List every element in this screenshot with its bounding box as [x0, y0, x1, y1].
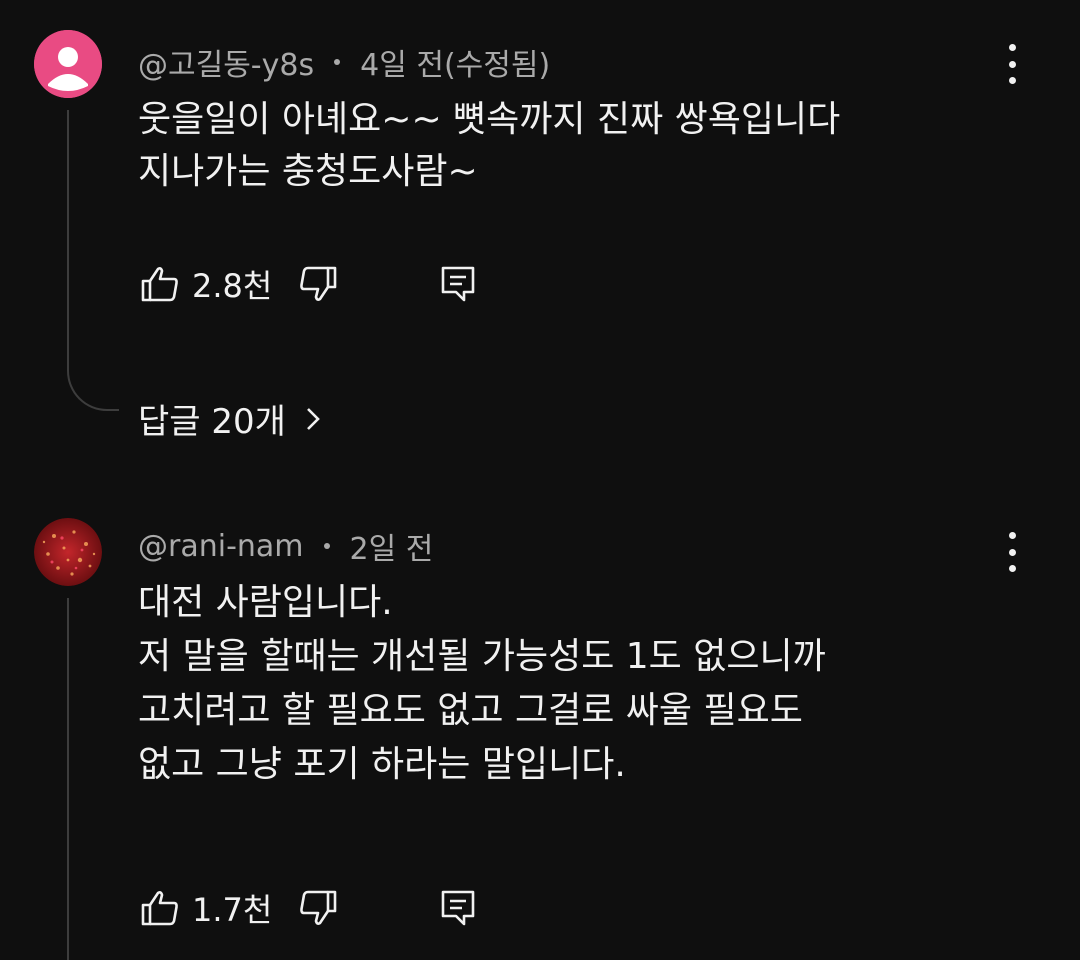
default-avatar-icon — [34, 30, 102, 98]
separator-dot — [334, 59, 341, 65]
view-replies-button[interactable]: 답글 20개 — [138, 394, 322, 443]
chevron-right-icon — [307, 407, 320, 430]
avatar[interactable] — [34, 518, 102, 586]
comment-actions: 1.7천 — [138, 886, 480, 930]
comment-line: 고치려고 할 필요도 없고 그걸로 싸울 필요도 — [138, 690, 803, 731]
reply-button[interactable] — [436, 262, 480, 306]
reply-button[interactable] — [436, 886, 480, 930]
thread-curve — [67, 365, 119, 411]
comment-line: 대전 사람입니다. — [138, 582, 393, 623]
edited-label: (수정됨) — [443, 48, 551, 83]
more-vert-icon — [1008, 44, 1016, 51]
like-count: 1.7천 — [192, 891, 273, 929]
comment-text: 대전 사람입니다. 저 말을 할때는 개선될 가능성도 1도 없으니까 고치려고… — [138, 576, 826, 792]
author-name[interactable]: @고길동-y8s — [138, 40, 314, 84]
timestamp: 4일 전 — [360, 48, 444, 83]
comment: @rani-nam 2일 전 대전 사람입니다. 저 말을 할때는 개선될 가능… — [0, 490, 1080, 960]
separator-dot — [323, 543, 330, 549]
like-count: 2.8천 — [192, 267, 273, 305]
thread-line — [67, 110, 69, 370]
avatar[interactable] — [34, 30, 102, 98]
thumbs-down-icon — [300, 890, 337, 925]
like-button[interactable] — [138, 886, 182, 930]
comment-meta: @rani-nam 2일 전 — [138, 524, 433, 568]
like-button[interactable] — [138, 262, 182, 306]
more-options-button[interactable] — [1002, 532, 1022, 572]
timestamp: 2일 전 — [349, 532, 434, 567]
dislike-button[interactable] — [296, 886, 340, 930]
comment-line: 지나가는 충청도사람~ — [138, 151, 478, 192]
comment-line: 저 말을 할때는 개선될 가능성도 1도 없으니까 — [138, 636, 826, 677]
dislike-button[interactable] — [296, 262, 340, 306]
reply-icon — [442, 890, 475, 926]
comment-line: 웃을일이 아녜요~~ 뼛속까지 진짜 쌍욕입니다 — [138, 99, 841, 140]
thumbs-down-icon — [300, 266, 337, 301]
comment: @고길동-y8s 4일 전 (수정됨) 웃을일이 아녜요~~ 뼛속까지 진짜 쌍… — [0, 0, 1080, 470]
thumbs-up-icon — [141, 267, 178, 302]
comment-meta: @고길동-y8s 4일 전 (수정됨) — [138, 40, 550, 84]
author-name[interactable]: @rani-nam — [138, 529, 304, 564]
more-options-button[interactable] — [1002, 44, 1022, 84]
replies-count-label: 답글 20개 — [138, 402, 286, 442]
comment-text: 웃을일이 아녜요~~ 뼛속까지 진짜 쌍욕입니다 지나가는 충청도사람~ — [138, 94, 840, 198]
more-vert-icon — [1008, 532, 1016, 539]
reply-icon — [442, 266, 475, 302]
comment-line: 없고 그냥 포기 하라는 말입니다. — [138, 744, 626, 785]
comment-actions: 2.8천 — [138, 262, 480, 306]
thread-line — [67, 598, 69, 960]
thumbs-up-icon — [141, 891, 178, 926]
glitter-avatar-icon — [34, 518, 102, 586]
